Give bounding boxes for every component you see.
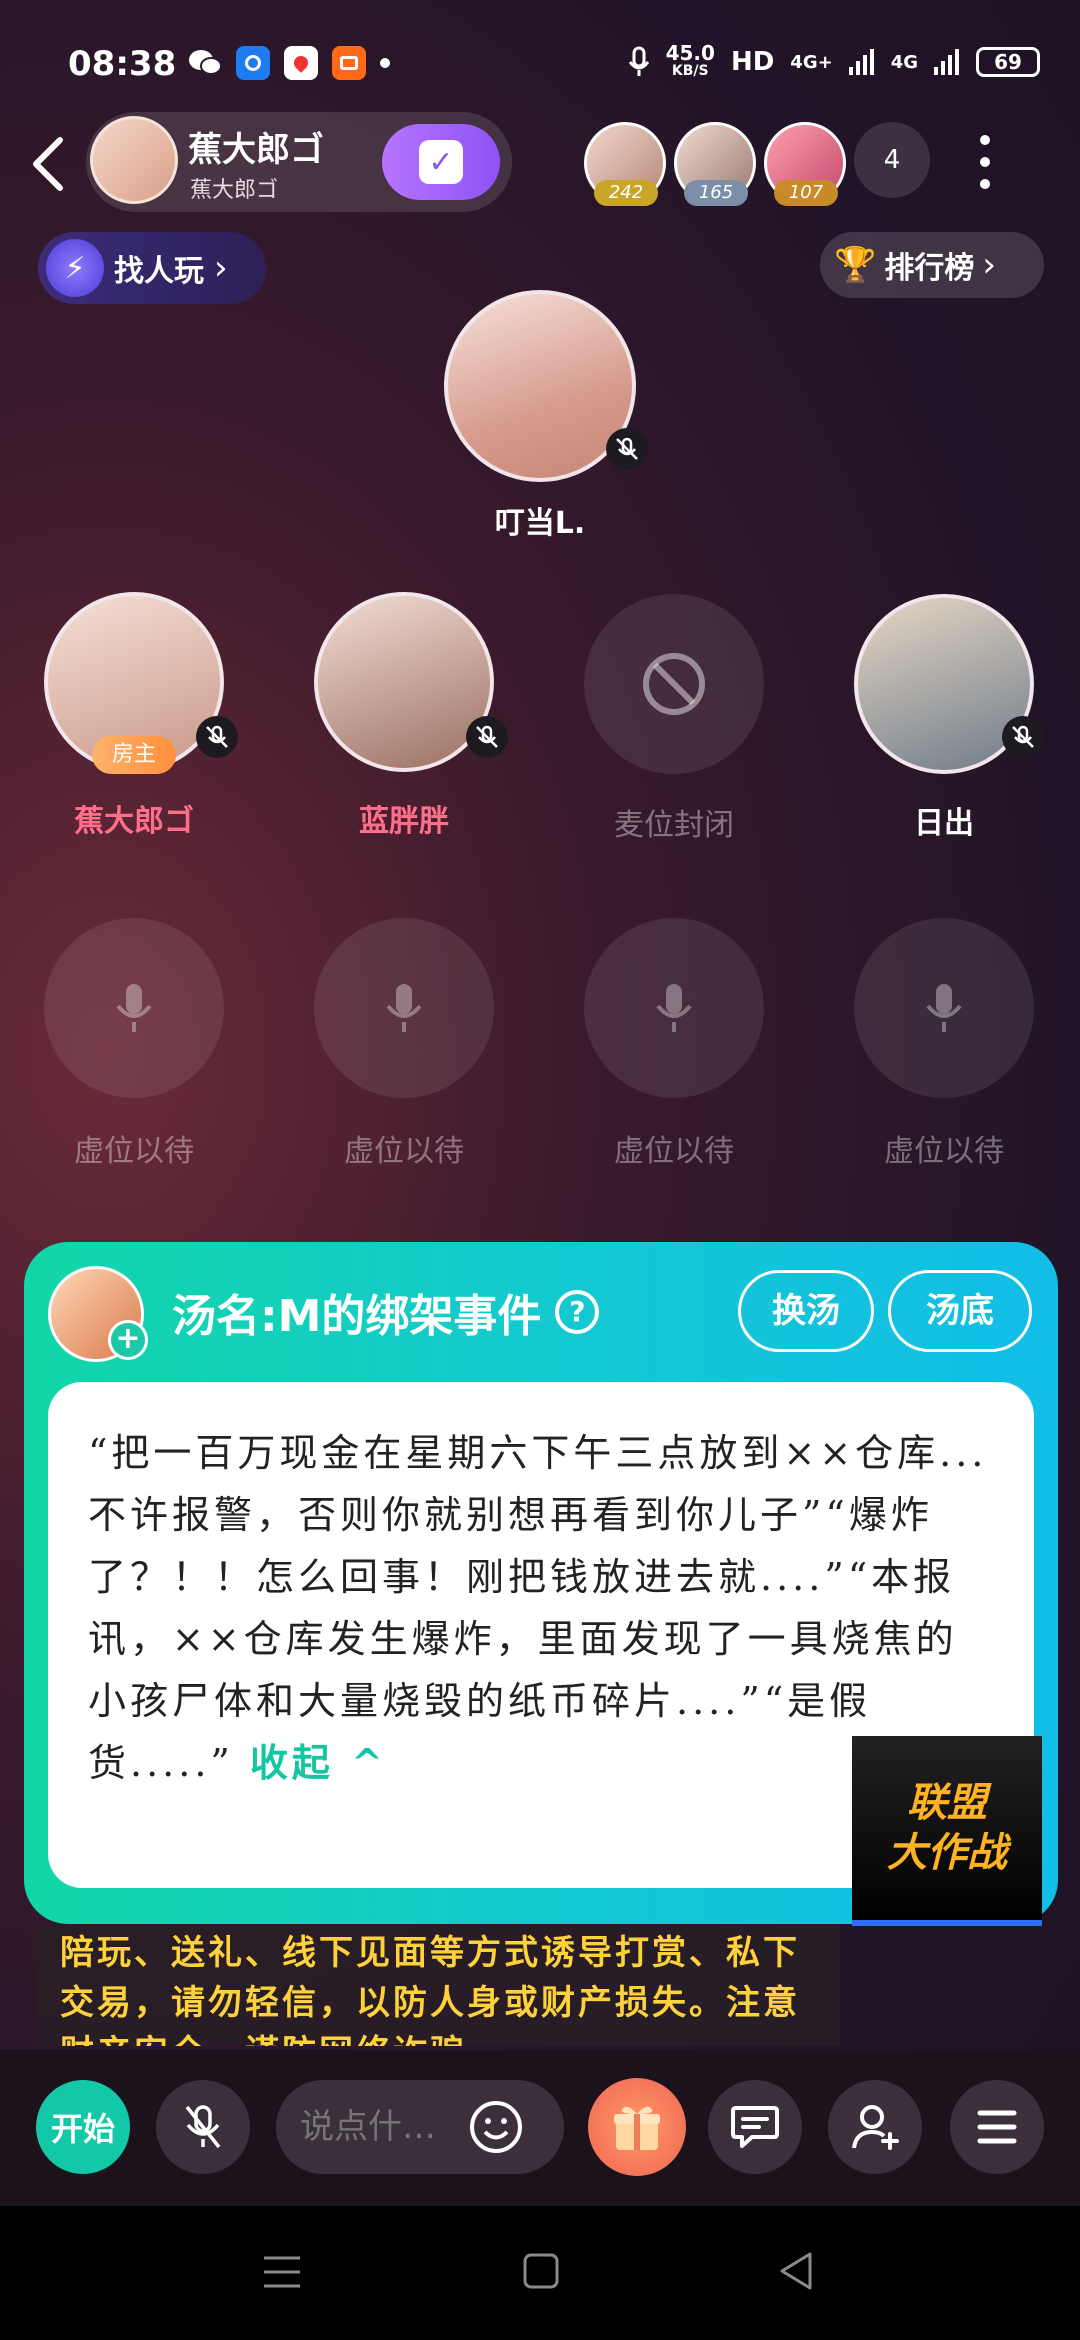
mic-toggle-button[interactable] xyxy=(156,2080,250,2174)
mic-muted-icon xyxy=(606,428,648,470)
chevron-right-icon: › xyxy=(214,248,228,288)
soup-answer-button[interactable]: 汤底 xyxy=(888,1270,1032,1352)
check-icon: ✓ xyxy=(419,140,463,184)
lightning-icon: ⚡ xyxy=(46,239,104,297)
empty-seat-7[interactable] xyxy=(584,918,764,1098)
map-icon xyxy=(284,46,318,80)
battery-icon: 69 xyxy=(976,47,1040,77)
story-text: “把一百万现金在星期六下午三点放到××仓库...不许报警，否则你就别想再看到你儿… xyxy=(88,1431,988,1785)
gift-button[interactable] xyxy=(588,2078,686,2176)
status-right: 45.0 KB/S HD 4G+ 4G 69 xyxy=(628,41,1040,80)
messages-button[interactable] xyxy=(708,2080,802,2174)
recents-menu-icon[interactable] xyxy=(262,2254,302,2290)
status-bar: 08:38 45.0 KB/S HD 4G+ 4G 69 xyxy=(0,0,1080,110)
seat-4-name: 日出 xyxy=(914,806,974,841)
seat-2-name: 蓝胖胖 xyxy=(359,804,449,839)
leaderboard-button[interactable]: 🏆 排行榜 › xyxy=(820,232,1044,298)
seat-7-label: 虚位以待 xyxy=(614,1134,734,1169)
safety-notice: 陪玩、送礼、线下见面等方式诱导打赏、私下交易，请勿轻信，以防人身或财产损失。注意… xyxy=(36,1924,840,2046)
message-icon xyxy=(731,2106,779,2148)
chevron-up-icon: ^ xyxy=(351,1740,388,1785)
more-notifications-dot xyxy=(380,58,390,68)
empty-seat-6[interactable] xyxy=(314,918,494,1098)
audience-count[interactable]: 4 xyxy=(854,122,930,198)
follow-plus-icon[interactable]: + xyxy=(108,1320,148,1360)
audience-badge-3: 107 xyxy=(774,180,838,206)
checkin-button[interactable]: ✓ xyxy=(382,124,500,200)
battery-level: 69 xyxy=(994,50,1022,74)
start-button[interactable]: 开始 xyxy=(36,2080,130,2174)
owner-tag: 房主 xyxy=(92,736,176,774)
mic-icon xyxy=(926,984,962,1032)
network-4g: 4G xyxy=(890,51,918,73)
net-speed-value: 45.0 xyxy=(665,41,715,65)
empty-seat-5[interactable] xyxy=(44,918,224,1098)
browser-icon xyxy=(236,46,270,80)
chat-input-pill[interactable] xyxy=(276,2080,564,2174)
net-speed-unit: KB/S xyxy=(671,63,709,79)
hd-indicator: HD xyxy=(730,47,775,77)
seat-6-label: 虚位以待 xyxy=(344,1134,464,1169)
trophy-icon: 🏆 xyxy=(834,245,877,285)
leaderboard-label: 排行榜 xyxy=(884,251,975,286)
host-name: 叮当L. xyxy=(494,506,586,541)
network-4g-plus: 4G+ xyxy=(790,51,833,73)
signal-icon xyxy=(848,49,874,75)
swap-soup-button[interactable]: 换汤 xyxy=(738,1270,874,1352)
seat-3-name: 麦位封闭 xyxy=(614,808,734,843)
mic-off-icon xyxy=(185,2105,221,2149)
emoji-icon[interactable] xyxy=(468,2099,524,2155)
game-title: 汤名:M的绑架事件 ? xyxy=(172,1280,600,1344)
menu-button[interactable] xyxy=(950,2080,1044,2174)
seat-1-name: 蕉大郎ゴ xyxy=(74,804,194,839)
seat-8-label: 虚位以待 xyxy=(884,1134,1004,1169)
more-options-icon[interactable] xyxy=(970,130,1000,194)
seat-3-closed[interactable] xyxy=(584,594,764,774)
mic-icon xyxy=(116,984,152,1032)
help-icon[interactable]: ? xyxy=(555,1290,600,1334)
seat-5-label: 虚位以待 xyxy=(74,1134,194,1169)
game-title-text: 汤名:M的绑架事件 xyxy=(172,1291,542,1342)
league-line-2: 大作战 xyxy=(887,1830,1007,1876)
collapse-link[interactable]: 收起 ^ xyxy=(250,1740,387,1785)
system-nav-bar xyxy=(0,2206,1080,2340)
wechat-icon xyxy=(188,46,222,80)
mic-muted-icon xyxy=(1002,716,1044,758)
collapse-label: 收起 xyxy=(249,1740,334,1785)
audience-badge-2: 165 xyxy=(684,180,748,206)
start-label: 开始 xyxy=(50,2110,115,2148)
league-battle-banner[interactable]: 联盟 大作战 xyxy=(852,1736,1042,1926)
mic-icon xyxy=(656,984,692,1032)
gift-icon xyxy=(614,2106,660,2150)
signal-icon-2 xyxy=(934,49,959,75)
back-icon[interactable] xyxy=(28,136,68,192)
empty-seat-8[interactable] xyxy=(854,918,1034,1098)
back-nav-icon[interactable] xyxy=(776,2250,814,2292)
mic-muted-icon xyxy=(466,716,508,758)
status-time: 08:38 xyxy=(68,44,177,84)
chevron-right-icon: › xyxy=(982,245,996,285)
find-players-button[interactable]: ⚡ 找人玩 › xyxy=(38,232,266,304)
video-app-icon xyxy=(332,46,366,80)
mic-muted-icon xyxy=(196,716,238,758)
league-line-1: 联盟 xyxy=(907,1780,987,1826)
room-subtitle: 蕉大郎ゴ xyxy=(190,178,279,203)
notification-icons xyxy=(188,46,390,80)
safety-notice-text: 陪玩、送礼、线下见面等方式诱导打赏、私下交易，请勿轻信，以防人身或财产损失。注意… xyxy=(60,1933,800,2046)
blocked-icon xyxy=(643,653,705,715)
home-icon[interactable] xyxy=(522,2252,560,2290)
add-user-icon xyxy=(852,2105,899,2150)
room-avatar[interactable] xyxy=(90,116,178,204)
chat-input[interactable] xyxy=(300,2107,450,2147)
find-players-label: 找人玩 xyxy=(114,254,204,289)
invite-user-button[interactable] xyxy=(828,2080,922,2174)
net-speed: 45.0 KB/S xyxy=(665,41,715,80)
room-name: 蕉大郎ゴ xyxy=(188,130,324,170)
mic-icon xyxy=(628,46,649,76)
audience-badge-1: 242 xyxy=(594,180,658,206)
mic-icon xyxy=(386,984,422,1032)
menu-icon xyxy=(977,2110,1017,2144)
